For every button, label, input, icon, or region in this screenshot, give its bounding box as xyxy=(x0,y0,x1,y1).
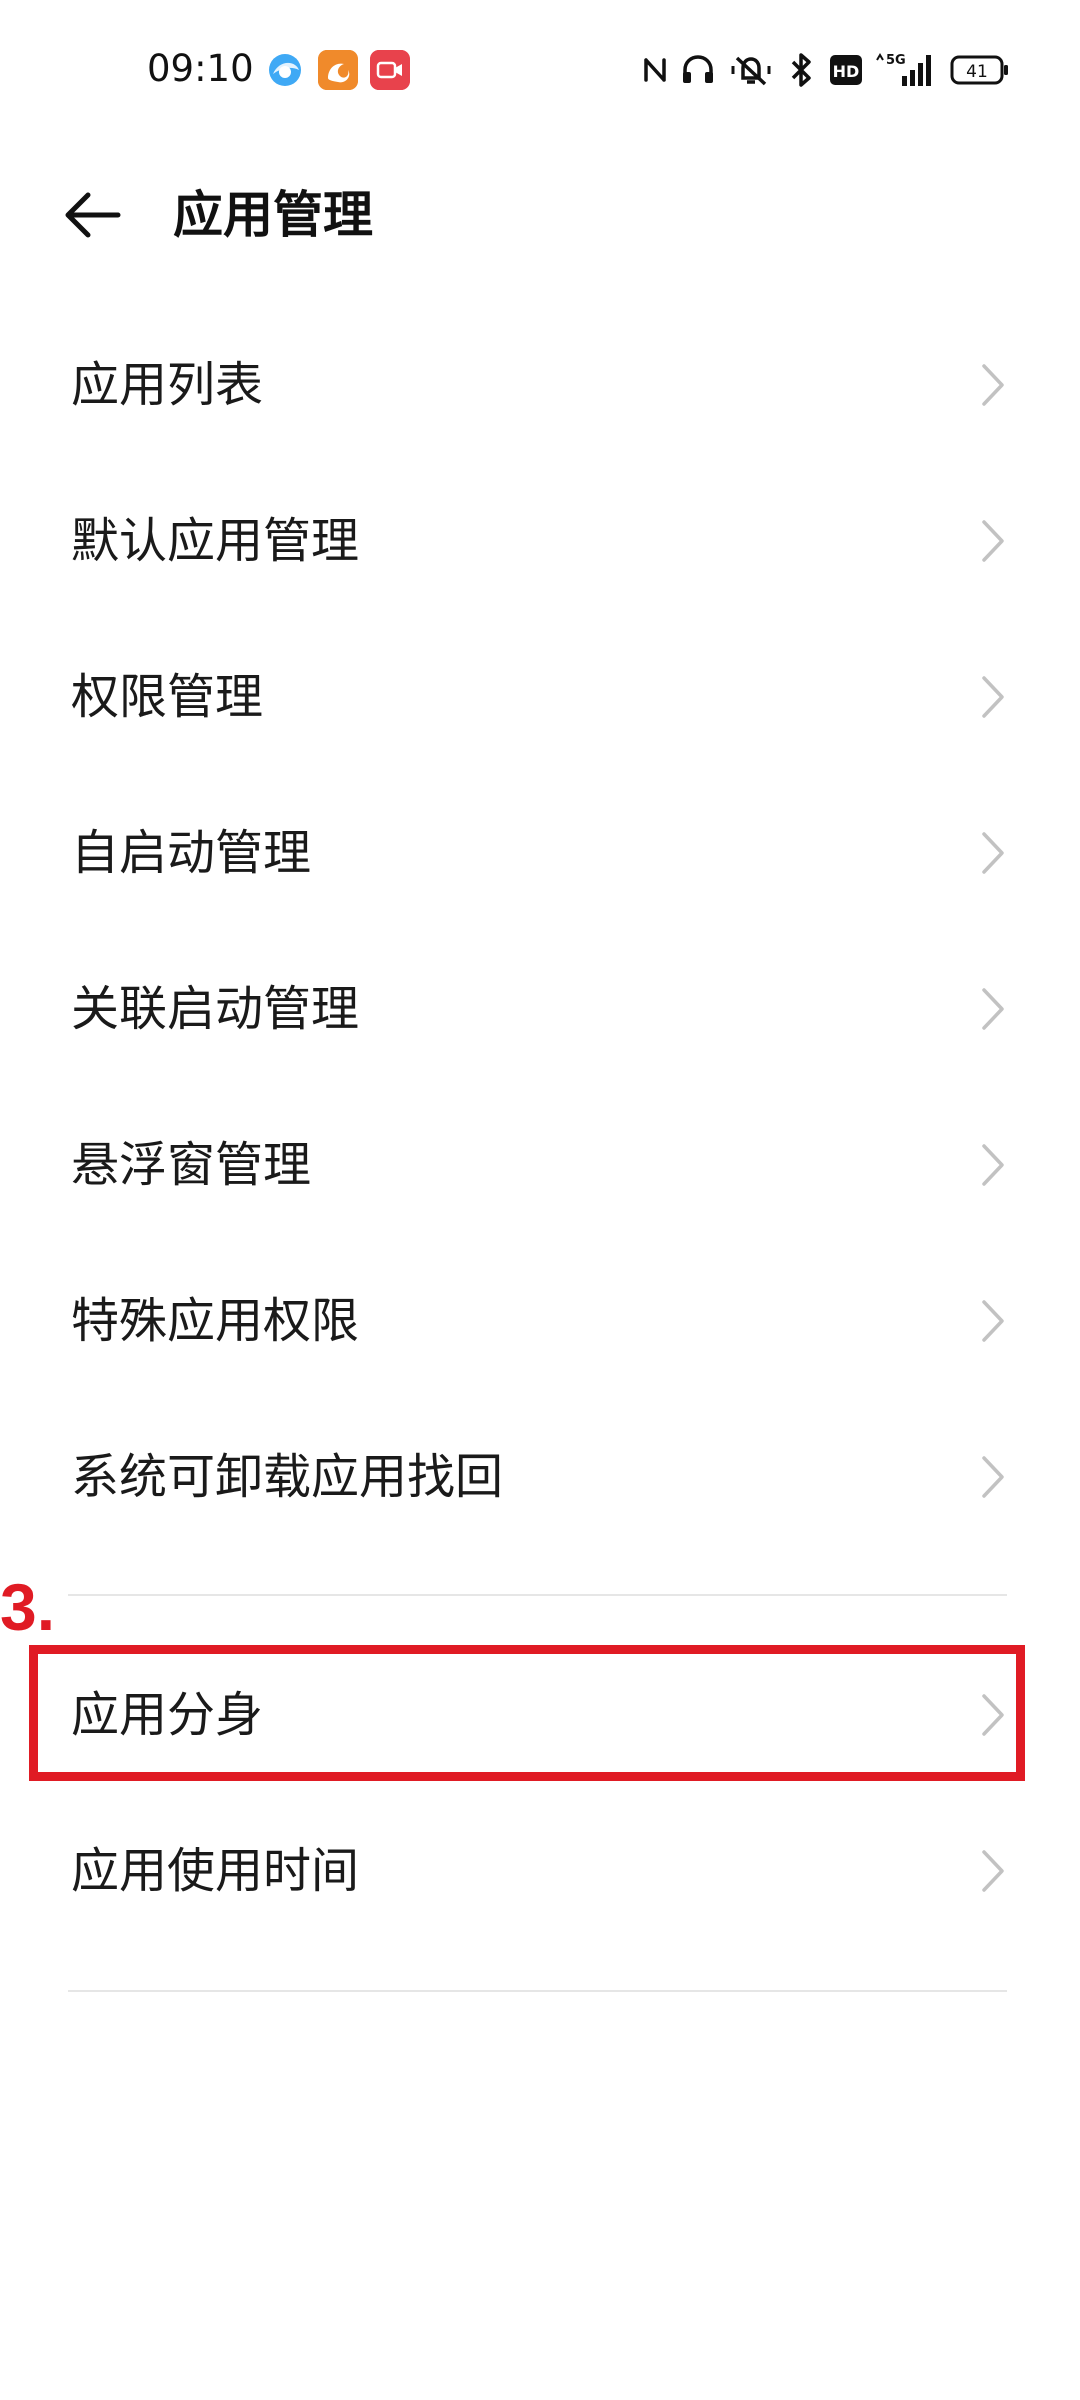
status-time: 09:10 xyxy=(147,47,254,90)
headset-icon xyxy=(683,55,713,83)
list-item-label: 应用分身 xyxy=(71,1687,264,1743)
chevron-right-icon xyxy=(982,1456,1004,1498)
list-item-permission-manager[interactable]: 权限管理 xyxy=(0,619,1080,775)
list-item-app-clone[interactable]: 应用分身 xyxy=(0,1637,1080,1793)
list-item-label: 悬浮窗管理 xyxy=(71,1137,312,1193)
chevron-right-icon xyxy=(982,364,1004,406)
list-item-uninstalled-recovery[interactable]: 系统可卸载应用找回 xyxy=(0,1399,1080,1555)
chevron-right-icon xyxy=(982,520,1004,562)
chevron-right-icon xyxy=(982,1850,1004,1892)
status-bar: 09:10 HD 5G 41 xyxy=(0,0,1080,140)
signal-5g-icon: 5G xyxy=(876,53,931,86)
chevron-right-icon xyxy=(982,1300,1004,1342)
list-item-app-list[interactable]: 应用列表 xyxy=(0,307,1080,463)
uc-browser-icon xyxy=(318,50,358,90)
list-item-default-apps[interactable]: 默认应用管理 xyxy=(0,463,1080,619)
arrow-left-icon xyxy=(65,192,121,238)
list-item-label: 应用使用时间 xyxy=(71,1843,360,1899)
step-number-annotation: 3. xyxy=(0,1570,56,1644)
list-item-app-usage-time[interactable]: 应用使用时间 xyxy=(0,1793,1080,1949)
section-divider xyxy=(68,1990,1007,1992)
svg-text:HD: HD xyxy=(833,62,860,81)
chevron-right-icon xyxy=(982,1144,1004,1186)
list-item-label: 系统可卸载应用找回 xyxy=(71,1449,504,1505)
video-call-icon xyxy=(370,50,410,90)
page-title: 应用管理 xyxy=(173,186,373,244)
chevron-right-icon xyxy=(982,676,1004,718)
list-item-label: 应用列表 xyxy=(71,357,264,413)
nfc-icon xyxy=(644,58,666,82)
back-button[interactable] xyxy=(50,182,130,248)
list-item-label: 权限管理 xyxy=(71,669,264,725)
list-item-label: 默认应用管理 xyxy=(71,513,360,569)
list-item-floating-window[interactable]: 悬浮窗管理 xyxy=(0,1087,1080,1243)
svg-text:41: 41 xyxy=(966,62,988,82)
browser-icon xyxy=(269,54,301,86)
chevron-right-icon xyxy=(982,832,1004,874)
list-item-auto-start[interactable]: 自启动管理 xyxy=(0,775,1080,931)
section-divider xyxy=(68,1594,1007,1596)
chevron-right-icon xyxy=(982,1694,1004,1736)
chevron-right-icon xyxy=(982,988,1004,1030)
app-bar: 应用管理 xyxy=(0,160,1080,270)
list-item-special-permissions[interactable]: 特殊应用权限 xyxy=(0,1243,1080,1399)
battery-icon: 41 xyxy=(950,55,1008,85)
mute-icon xyxy=(731,56,771,86)
bluetooth-icon xyxy=(791,53,811,87)
list-item-label: 关联启动管理 xyxy=(71,981,360,1037)
list-item-label: 自启动管理 xyxy=(71,825,312,881)
list-item-label: 特殊应用权限 xyxy=(71,1293,360,1349)
svg-text:5G: 5G xyxy=(886,53,906,68)
list-item-associated-start[interactable]: 关联启动管理 xyxy=(0,931,1080,1087)
hd-icon: HD xyxy=(830,55,862,85)
